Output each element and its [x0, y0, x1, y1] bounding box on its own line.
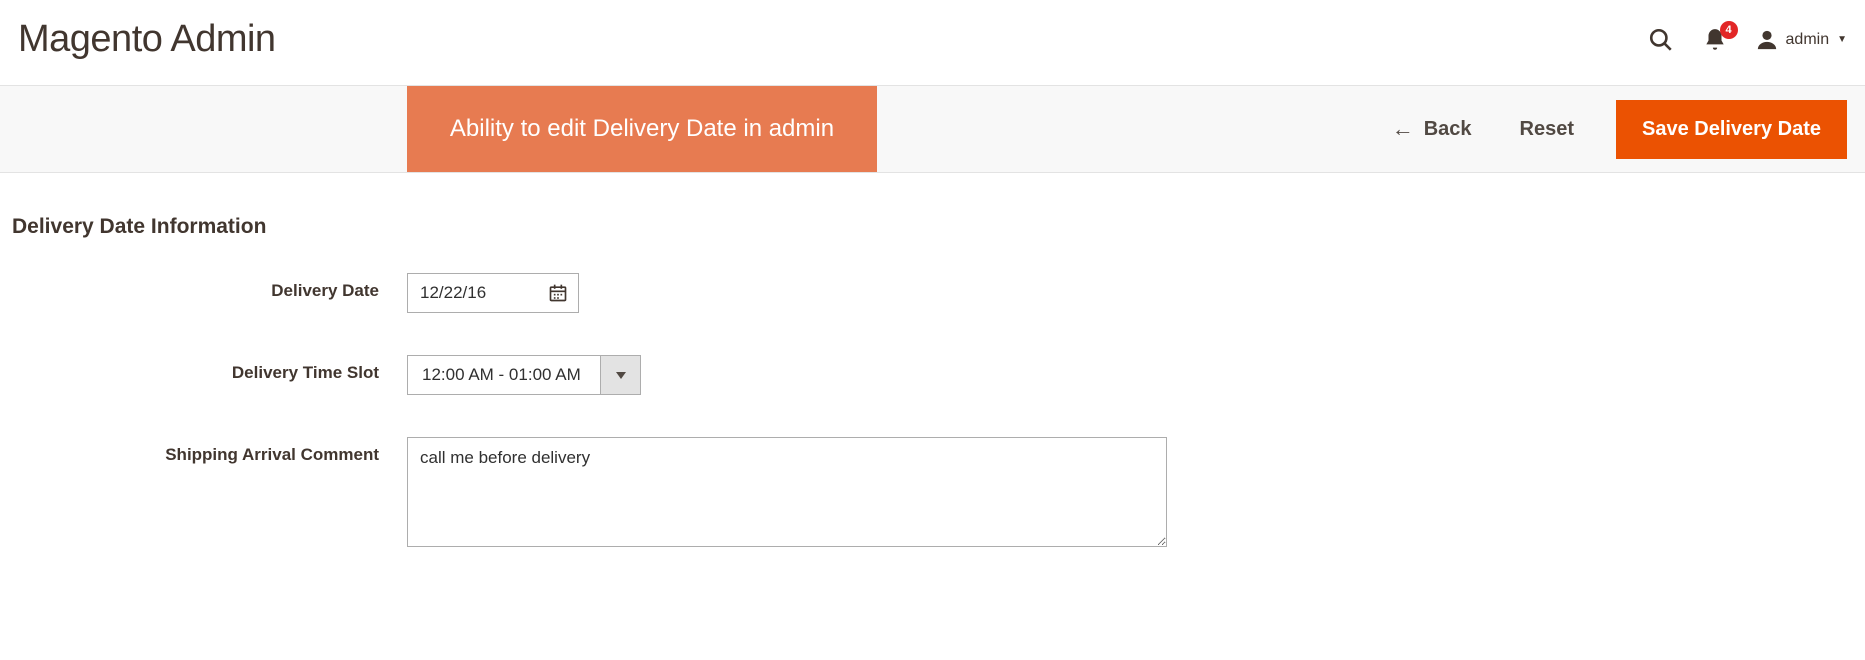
- delivery-date-section: Delivery Date Information Delivery Date: [0, 173, 1865, 552]
- time-slot-label: Delivery Time Slot: [12, 355, 407, 383]
- feature-banner: Ability to edit Delivery Date in admin: [407, 86, 877, 172]
- arrow-left-icon: ←: [1392, 118, 1414, 140]
- shipping-comment-textarea[interactable]: [407, 437, 1167, 547]
- delivery-date-field-wrap: [407, 273, 579, 313]
- search-icon: [1648, 27, 1674, 53]
- top-header-actions: 4 admin ▼: [1648, 27, 1847, 53]
- notifications-button[interactable]: 4: [1702, 27, 1728, 53]
- account-name: admin: [1786, 31, 1830, 49]
- user-icon: [1756, 29, 1778, 51]
- delivery-date-label: Delivery Date: [12, 273, 407, 301]
- account-menu[interactable]: admin ▼: [1756, 29, 1847, 51]
- time-slot-dropdown-button[interactable]: [601, 355, 641, 395]
- back-button-label: Back: [1424, 118, 1472, 141]
- time-slot-selected-value: 12:00 AM - 01:00 AM: [407, 355, 601, 395]
- shipping-comment-label: Shipping Arrival Comment: [12, 437, 407, 465]
- action-bar: Ability to edit Delivery Date in admin ←…: [0, 85, 1865, 173]
- chevron-down-icon: [616, 372, 626, 379]
- time-slot-select[interactable]: 12:00 AM - 01:00 AM: [407, 355, 641, 395]
- delivery-date-picker-button[interactable]: [538, 274, 578, 312]
- form-row-shipping-comment: Shipping Arrival Comment: [12, 437, 1847, 552]
- delivery-date-control: [407, 273, 579, 313]
- section-title: Delivery Date Information: [12, 215, 1847, 239]
- notifications-badge: 4: [1720, 21, 1738, 39]
- form-row-delivery-date: Delivery Date: [12, 273, 1847, 313]
- actionbar-controls: ← Back Reset Save Delivery Date: [1386, 86, 1847, 172]
- calendar-icon: [548, 283, 568, 303]
- shipping-comment-control: [407, 437, 1167, 552]
- actionbar-spacer: [0, 86, 407, 172]
- time-slot-control: 12:00 AM - 01:00 AM: [407, 355, 641, 395]
- app-title: Magento Admin: [18, 18, 276, 61]
- back-button[interactable]: ← Back: [1386, 117, 1478, 142]
- search-button[interactable]: [1648, 27, 1674, 53]
- top-header: Magento Admin 4 admin: [0, 0, 1865, 85]
- chevron-down-icon: ▼: [1837, 34, 1847, 45]
- page-root: Magento Admin 4 admin: [0, 0, 1865, 660]
- reset-button-label: Reset: [1520, 118, 1574, 141]
- reset-button[interactable]: Reset: [1514, 117, 1580, 142]
- actionbar-spacer: [877, 86, 1386, 172]
- delivery-date-input[interactable]: [408, 274, 538, 312]
- form-row-time-slot: Delivery Time Slot 12:00 AM - 01:00 AM: [12, 355, 1847, 395]
- save-delivery-date-button[interactable]: Save Delivery Date: [1616, 100, 1847, 159]
